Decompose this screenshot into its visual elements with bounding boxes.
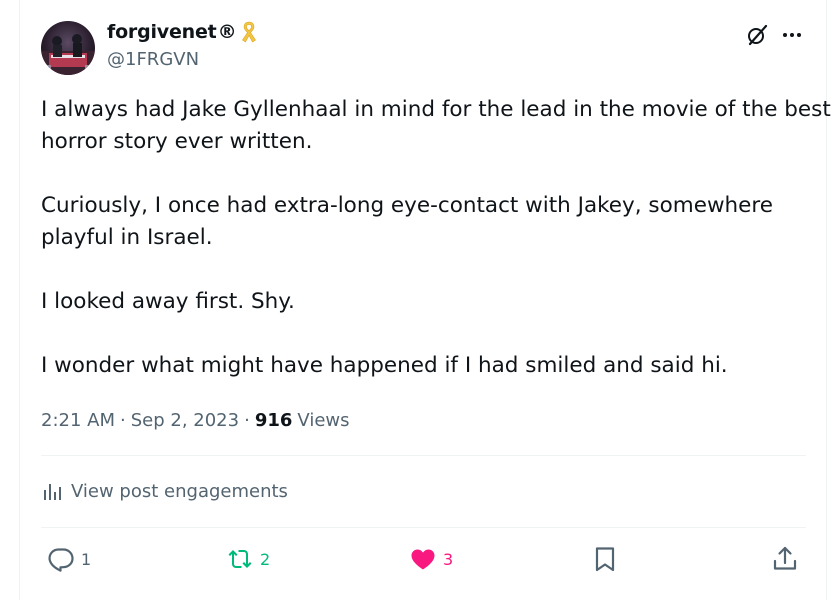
like-button[interactable]: 3 — [409, 545, 453, 573]
view-engagements-link[interactable]: View post engagements — [41, 478, 288, 504]
post-time[interactable]: 2:21 AM — [41, 410, 115, 431]
post-line: I always had Jake Gyllenhaal in mind for… — [41, 97, 831, 122]
post-text: I always had Jake Gyllenhaal in mind for… — [41, 94, 831, 382]
meta-separator: · — [244, 409, 250, 431]
views-count: 916 — [254, 409, 293, 431]
divider — [41, 527, 806, 528]
like-count: 3 — [443, 549, 454, 569]
bar-chart-icon — [44, 484, 61, 500]
repost-count: 2 — [260, 549, 271, 569]
post-line: horror story ever written. — [41, 129, 313, 154]
post-meta: 2:21 AM · Sep 2, 2023 · 916 Views — [41, 407, 350, 433]
post-line: I looked away first. Shy. — [41, 289, 295, 314]
post-line: playful in Israel. — [41, 225, 213, 250]
more-options-icon[interactable] — [780, 23, 804, 47]
divider — [41, 455, 806, 456]
bookmark-icon — [595, 547, 615, 572]
avatar[interactable] — [41, 21, 95, 75]
post-date[interactable]: Sep 2, 2023 — [131, 410, 239, 431]
author-handle[interactable]: @1FRGVN — [107, 49, 199, 70]
registered-mark: ® — [217, 21, 237, 43]
repost-icon — [228, 550, 252, 568]
reply-button[interactable]: 1 — [47, 545, 91, 573]
repost-button[interactable]: 2 — [226, 545, 270, 573]
view-engagements-label: View post engagements — [71, 480, 288, 502]
reply-count: 1 — [81, 549, 92, 569]
grok-icon[interactable] — [745, 23, 769, 47]
heart-icon — [411, 549, 435, 570]
post-line: I wonder what might have happened if I h… — [41, 353, 728, 378]
share-button[interactable] — [771, 545, 799, 573]
post-line: Curiously, I once had extra-long eye-con… — [41, 193, 773, 218]
reply-icon — [48, 548, 74, 572]
meta-separator: · — [120, 409, 126, 431]
bookmark-button[interactable] — [591, 545, 619, 573]
share-icon — [773, 546, 797, 570]
author-name-row[interactable]: forgivenet ® — [107, 18, 257, 46]
post-card: forgivenet ® @1FRGVN I always had Jake G… — [0, 0, 835, 600]
left-divider — [19, 0, 20, 600]
display-name[interactable]: forgivenet — [107, 21, 217, 43]
right-divider — [826, 0, 827, 600]
yellow-ribbon-icon — [241, 20, 257, 44]
views-label: Views — [297, 409, 350, 431]
